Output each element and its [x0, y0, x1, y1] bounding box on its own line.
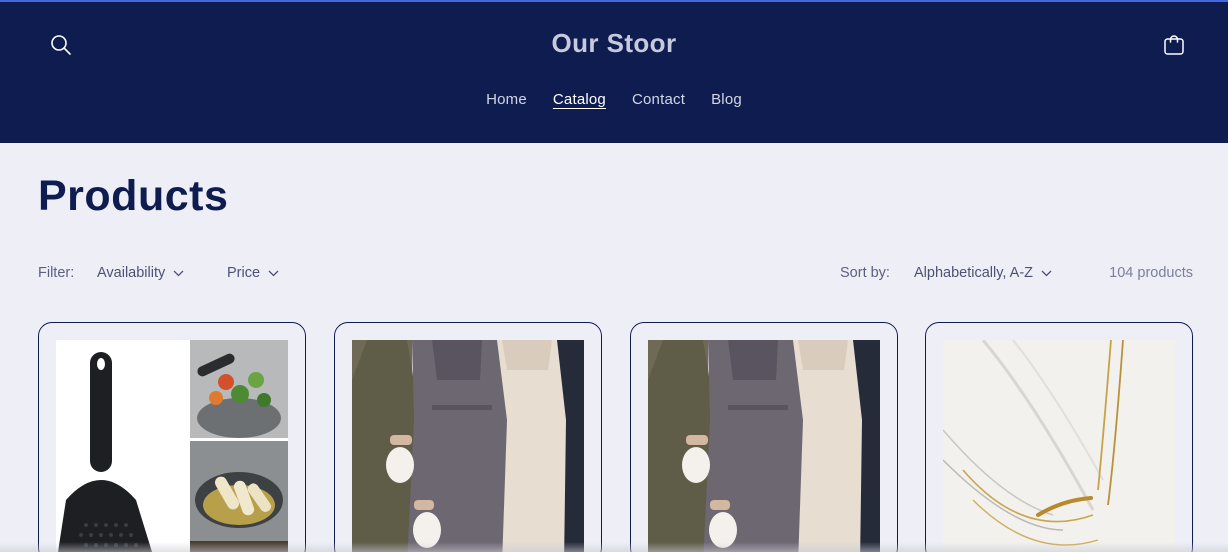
product-image	[943, 340, 1175, 552]
availability-label: Availability	[97, 265, 166, 281]
product-card[interactable]	[38, 322, 306, 552]
sort-label: Sort by:	[840, 265, 890, 281]
chevron-down-icon	[268, 270, 279, 276]
filter-label: Filter:	[38, 265, 75, 281]
chevron-down-icon	[173, 270, 184, 276]
nav-contact[interactable]: Contact	[619, 91, 698, 108]
main-nav: Home Catalog Contact Blog	[0, 91, 1228, 108]
nav-catalog[interactable]: Catalog	[540, 91, 619, 108]
shopping-bag-icon	[1164, 35, 1184, 55]
cart-button[interactable]	[1160, 31, 1188, 59]
chevron-down-icon	[1041, 270, 1052, 276]
product-card[interactable]	[334, 322, 602, 552]
sort-value: Alphabetically, A-Z	[914, 265, 1034, 281]
product-count: 104 products	[1109, 265, 1193, 281]
site-header: Our Stoor Home Catalog Contact Blog	[0, 2, 1228, 143]
nav-home[interactable]: Home	[473, 91, 540, 108]
store-logo[interactable]: Our Stoor	[0, 28, 1228, 59]
page-title: Products	[38, 172, 229, 220]
price-label: Price	[227, 265, 261, 281]
product-card[interactable]	[925, 322, 1193, 552]
scroll-fade	[0, 542, 1228, 552]
sort-dropdown[interactable]: Alphabetically, A-Z	[914, 265, 1052, 281]
product-grid	[38, 322, 1193, 552]
price-dropdown[interactable]: Price	[227, 265, 279, 281]
product-card[interactable]	[630, 322, 898, 552]
product-image	[352, 340, 584, 552]
product-image	[56, 340, 288, 552]
filter-bar: Filter: Availability Price Sort by: Alph…	[38, 263, 1193, 285]
nav-blog[interactable]: Blog	[698, 91, 755, 108]
availability-dropdown[interactable]: Availability	[97, 265, 184, 281]
product-image	[648, 340, 880, 552]
